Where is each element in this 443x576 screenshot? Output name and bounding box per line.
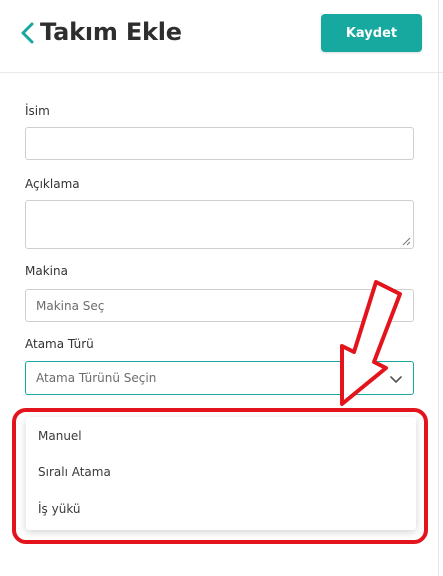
- machine-select-value: Makina Seç: [36, 299, 105, 313]
- description-textarea[interactable]: [25, 200, 414, 249]
- machine-select[interactable]: Makina Seç: [25, 289, 414, 322]
- dropdown-option-manual[interactable]: Manuel: [38, 429, 82, 443]
- chevron-down-icon: [390, 376, 402, 383]
- assignment-dropdown-menu: Manuel Sıralı Atama İş yükü: [26, 417, 416, 530]
- resize-handle-icon[interactable]: [402, 237, 411, 246]
- assignment-label: Atama Türü: [25, 337, 94, 351]
- description-label: Açıklama: [25, 177, 80, 191]
- header: Takım Ekle Kaydet: [0, 0, 443, 73]
- divider: [438, 0, 439, 576]
- name-label: İsim: [25, 104, 50, 118]
- page-title: Takım Ekle: [40, 18, 182, 46]
- name-input[interactable]: [25, 127, 414, 160]
- assignment-select-value: Atama Türünü Seçin: [36, 371, 157, 385]
- dropdown-option-sequential[interactable]: Sıralı Atama: [38, 465, 111, 479]
- save-button[interactable]: Kaydet: [321, 14, 422, 52]
- dropdown-option-workload[interactable]: İş yükü: [38, 502, 81, 516]
- machine-label: Makina: [25, 264, 68, 278]
- chevron-left-icon[interactable]: [18, 21, 38, 45]
- assignment-select[interactable]: Atama Türünü Seçin: [25, 361, 414, 395]
